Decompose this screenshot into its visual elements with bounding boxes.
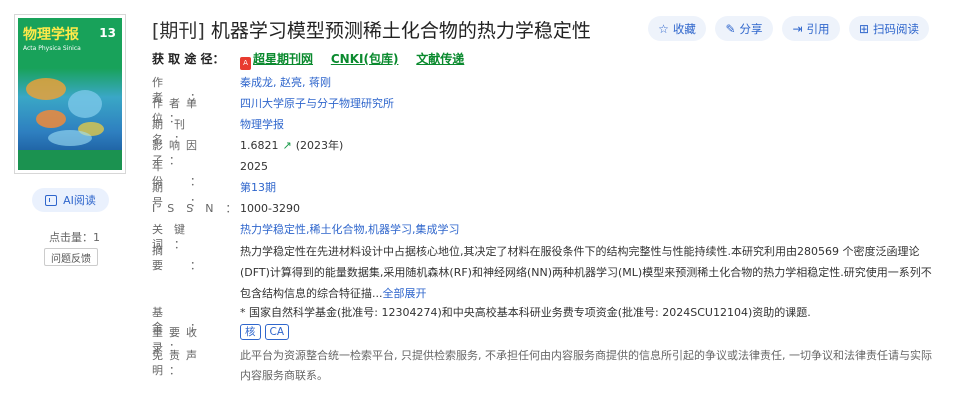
qr-code-icon: ⊞ [858,21,870,36]
impact-value-wrap: 1.6821 ↗ (2023年) [240,138,343,153]
source-links: A 超星期刊网 CNKI(包库) 文献传递 [240,52,464,70]
scan-read-button[interactable]: ⊞ 扫码阅读 [849,16,929,41]
impact-value: 1.6821 [240,139,279,152]
click-count-label: 点击量： [49,231,93,244]
journal-name[interactable]: 物理学报 [240,117,284,132]
favorite-label: 收藏 [672,21,696,36]
ai-read-label: AI阅读 [63,194,96,207]
index-badge-ca: CA [264,324,290,340]
source-row: 获 取 途 径： [152,52,225,67]
expand-all-link[interactable]: 全部展开 [383,287,427,300]
fund-text: * 国家自然科学基金(批准号: 12304274)和中央高校基本科研业务费专项资… [240,306,811,319]
issn-row: ISSN： 1000-3290 [152,201,932,217]
click-count: 点击量：1 [49,229,100,245]
favorite-button[interactable]: ☆ 收藏 [648,16,706,41]
disclaimer-label: 免责声明： [152,349,203,377]
year-row: 年份： 2025 [152,159,932,188]
cite-icon: ⇥ [792,21,803,36]
author-unit[interactable]: 四川大学原子与分子物理研究所 [240,96,394,111]
cover-english-name: Acta Physica Sinica [23,45,81,52]
unit-row: 作者单位： 四川大学原子与分子物理研究所 [152,96,932,125]
cover-art-blob [48,130,92,146]
pdf-icon: A [240,57,251,70]
feedback-button[interactable]: 问题反馈 [44,248,98,266]
issn-value: 1000-3290 [240,202,300,215]
abstract-text: 热力学稳定性在先进材料设计中占据核心地位,其决定了材料在服役条件下的结构完整性与… [240,245,932,300]
share-icon: ✎ [725,21,736,36]
click-count-value: 1 [93,231,100,244]
disclaimer-row: 免责声明： [152,348,232,377]
impact-row: 影响因子： 1.6821 ↗ (2023年) [152,138,932,167]
cite-label: 引用 [806,21,830,36]
index-badge-core: 核 [240,324,261,340]
abstract-row: 摘要： [152,243,232,272]
scan-read-label: 扫码阅读 [873,21,920,36]
share-label: 分享 [739,21,763,36]
cover-footer-stripe [18,150,122,170]
index-row: 重要收录： 核 CA [152,324,932,354]
source-link-cnki[interactable]: CNKI(包库) [331,52,399,66]
cover-art-blob [26,78,66,100]
year-value: 2025 [240,160,268,173]
author-row: 作者： 秦成龙, 赵亮, 蒋刚 [152,75,932,104]
fund-row: 基金： * 国家自然科学基金(批准号: 12304274)和中央高校基本科研业务… [152,305,932,334]
issue-value[interactable]: 第13期 [240,180,276,195]
share-button[interactable]: ✎ 分享 [715,16,773,41]
journal-row: 期刊名： 物理学报 [152,117,932,146]
ai-read-button[interactable]: AI阅读 [32,188,109,212]
star-icon: ☆ [658,21,669,36]
abstract-label: 摘要： [152,244,228,272]
abstract-text-block: 热力学稳定性在先进材料设计中占据核心地位,其决定了材料在服役条件下的结构完整性与… [240,241,932,304]
disclaimer-text: 此平台为资源整合统一检索平台, 只提供检索服务, 不承担任何由内容服务商提供的信… [240,349,932,382]
cover-art-blob [36,110,66,128]
cite-button[interactable]: ⇥ 引用 [782,16,840,41]
action-bar: ☆ 收藏 ✎ 分享 ⇥ 引用 ⊞ 扫码阅读 [0,16,960,41]
keywords[interactable]: 热力学稳定性,稀土化合物,机器学习,集成学习 [240,222,460,237]
authors[interactable]: 秦成龙, 赵亮, 蒋刚 [240,75,331,90]
trend-chart-icon[interactable]: ↗ [283,139,292,152]
issn-label: ISSN： [152,202,249,215]
source-label: 获 取 途 径： [152,52,225,66]
impact-year: (2023年) [295,139,344,152]
index-badges: 核 CA [240,324,293,340]
source-link-chaoxing[interactable]: 超星期刊网 [253,52,313,66]
book-ai-icon [45,194,58,206]
source-link-delivery[interactable]: 文献传递 [416,52,464,66]
issue-row: 期号： 第13期 [152,180,932,209]
cover-art-blob [68,90,102,118]
keywords-row: 关键词： 热力学稳定性,稀土化合物,机器学习,集成学习 [152,222,932,251]
